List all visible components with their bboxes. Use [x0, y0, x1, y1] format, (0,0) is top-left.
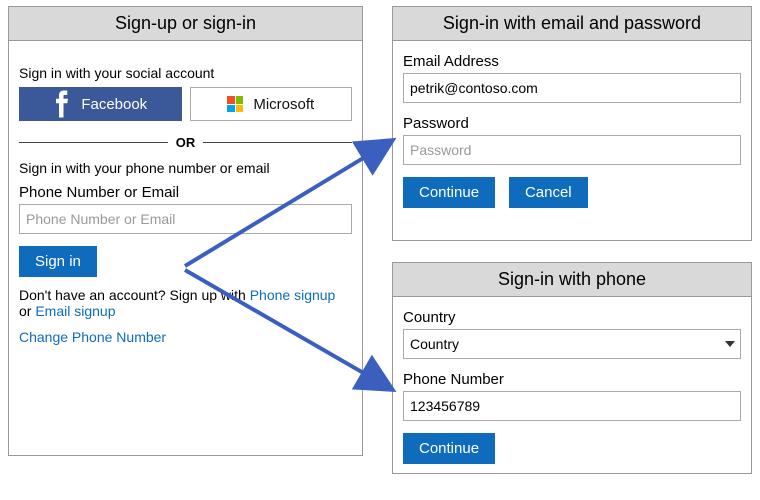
panel-title: Sign-up or sign-in: [9, 7, 362, 41]
email-input[interactable]: [403, 73, 741, 103]
phone-email-input[interactable]: [19, 204, 352, 234]
social-heading: Sign in with your social account: [19, 65, 352, 81]
change-phone-link[interactable]: Change Phone Number: [19, 329, 166, 345]
country-select[interactable]: [403, 329, 741, 359]
microsoft-icon: [227, 96, 243, 112]
continue-button[interactable]: Continue: [403, 433, 495, 464]
phone-signup-link[interactable]: Phone signup: [250, 287, 336, 303]
phone-label: Phone Number: [403, 371, 741, 388]
facebook-icon: [53, 90, 71, 118]
panel-body: Country Phone Number Continue: [393, 297, 751, 476]
email-signup-link[interactable]: Email signup: [35, 303, 115, 319]
country-label: Country: [403, 309, 741, 326]
phone-email-heading: Sign in with your phone number or email: [19, 160, 352, 176]
or-text: OR: [176, 135, 196, 150]
panel-body: Email Address Password Continue Cancel: [393, 41, 751, 220]
or-divider: OR: [19, 135, 352, 150]
microsoft-button[interactable]: Microsoft: [190, 87, 353, 121]
no-account-text: Don't have an account? Sign up with: [19, 287, 250, 303]
phone-email-label: Phone Number or Email: [19, 184, 352, 201]
email-label: Email Address: [403, 53, 741, 70]
password-label: Password: [403, 115, 741, 132]
signup-prompt: Don't have an account? Sign up with Phon…: [19, 287, 352, 319]
panel-body: Sign in with your social account Faceboo…: [9, 41, 362, 357]
panel-title: Sign-in with email and password: [393, 7, 751, 41]
phone-input[interactable]: [403, 391, 741, 421]
facebook-button[interactable]: Facebook: [19, 87, 182, 121]
panel-title: Sign-in with phone: [393, 263, 751, 297]
phone-signin-panel: Sign-in with phone Country Phone Number …: [392, 262, 752, 474]
signin-button[interactable]: Sign in: [19, 246, 97, 277]
cancel-button[interactable]: Cancel: [509, 177, 588, 208]
password-input[interactable]: [403, 135, 741, 165]
continue-button[interactable]: Continue: [403, 177, 495, 208]
signup-signin-panel: Sign-up or sign-in Sign in with your soc…: [8, 6, 363, 456]
facebook-label: Facebook: [81, 96, 147, 113]
social-row: Facebook Microsoft: [19, 87, 352, 121]
or-word: or: [19, 303, 35, 319]
microsoft-label: Microsoft: [253, 96, 314, 113]
email-signin-panel: Sign-in with email and password Email Ad…: [392, 6, 752, 241]
